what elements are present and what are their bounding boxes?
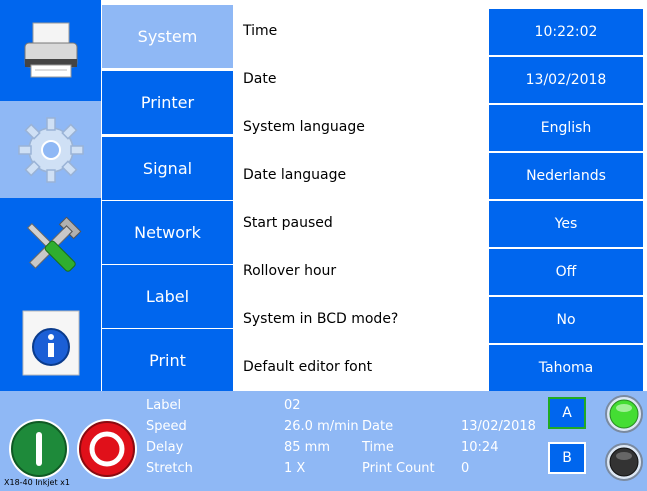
menu-item-signal[interactable]: Signal bbox=[102, 137, 233, 200]
setting-value-date[interactable]: 13/02/2018 bbox=[489, 57, 643, 103]
status-delay-key: Delay bbox=[146, 440, 184, 455]
setting-value-editor-font[interactable]: Tahoma bbox=[489, 345, 643, 391]
setting-row-start-paused: Start paused Yes bbox=[233, 200, 647, 247]
printer-icon bbox=[24, 22, 77, 77]
category-menu: System Printer Signal Network Label Prin… bbox=[101, 0, 233, 392]
menu-item-network[interactable]: Network bbox=[102, 201, 233, 264]
setting-row-rollover-hour: Rollover hour Off bbox=[233, 248, 647, 295]
stop-button[interactable] bbox=[76, 418, 138, 480]
setting-value-time[interactable]: 10:22:02 bbox=[489, 9, 643, 55]
setting-row-system-language: System language English bbox=[233, 104, 647, 151]
setting-row-date: Date 13/02/2018 bbox=[233, 56, 647, 103]
menu-item-printer[interactable]: Printer bbox=[102, 71, 233, 134]
settings-panel: Time 10:22:02 Date 13/02/2018 System lan… bbox=[233, 0, 647, 391]
tools-tile[interactable] bbox=[0, 198, 101, 295]
settings-tile[interactable] bbox=[0, 101, 101, 198]
setting-label: System in BCD mode? bbox=[243, 311, 399, 327]
setting-value-system-language[interactable]: English bbox=[489, 105, 643, 151]
start-button[interactable] bbox=[8, 418, 70, 480]
setting-row-editor-font: Default editor font Tahoma bbox=[233, 344, 647, 391]
setting-row-bcd-mode: System in BCD mode? No bbox=[233, 296, 647, 343]
status-count-key: Print Count bbox=[362, 461, 435, 476]
setting-label: Default editor font bbox=[243, 359, 373, 375]
menu-item-system[interactable]: System bbox=[102, 5, 233, 68]
setting-label: Date bbox=[243, 71, 277, 87]
info-icon bbox=[22, 310, 79, 376]
status-speed-value: 26.0 m/min bbox=[284, 419, 359, 434]
head-a-button[interactable]: A bbox=[548, 397, 586, 429]
setting-value-start-paused[interactable]: Yes bbox=[489, 201, 643, 247]
setting-label: Date language bbox=[243, 167, 347, 183]
menu-item-label[interactable]: Label bbox=[102, 265, 233, 328]
status-speed-key: Speed bbox=[146, 419, 187, 434]
status-delay-value: 85 mm bbox=[284, 440, 331, 455]
setting-label: Rollover hour bbox=[243, 263, 337, 279]
setting-row-date-language: Date language Nederlands bbox=[233, 152, 647, 199]
info-tile[interactable] bbox=[0, 295, 101, 391]
setting-label: Time bbox=[243, 23, 278, 39]
status-time-key: Time bbox=[362, 440, 394, 455]
status-stretch-key: Stretch bbox=[146, 461, 193, 476]
status-stretch-value: 1 X bbox=[284, 461, 306, 476]
setting-value-bcd-mode[interactable]: No bbox=[489, 297, 643, 343]
head-a-status-led-icon bbox=[605, 395, 643, 433]
menu-item-print[interactable]: Print bbox=[102, 329, 233, 392]
setting-row-time: Time 10:22:02 bbox=[233, 8, 647, 55]
setting-value-rollover-hour[interactable]: Off bbox=[489, 249, 643, 295]
status-time-value: 10:24 bbox=[461, 440, 499, 455]
printer-tile[interactable] bbox=[0, 0, 101, 101]
icon-sidebar bbox=[0, 0, 101, 391]
setting-label: System language bbox=[243, 119, 365, 135]
device-model-label: X18-40 Inkjet x1 bbox=[4, 478, 70, 487]
head-b-button[interactable]: B bbox=[548, 442, 586, 474]
setting-value-date-language[interactable]: Nederlands bbox=[489, 153, 643, 199]
status-label-value: 02 bbox=[284, 398, 301, 413]
status-label-key: Label bbox=[146, 398, 182, 413]
setting-label: Start paused bbox=[243, 215, 333, 231]
status-date-value: 13/02/2018 bbox=[461, 419, 536, 434]
settings-gear-icon bbox=[17, 116, 84, 183]
head-b-status-led-icon bbox=[605, 443, 643, 481]
tools-icon bbox=[26, 216, 81, 272]
status-count-value: 0 bbox=[461, 461, 470, 476]
status-date-key: Date bbox=[362, 419, 394, 434]
